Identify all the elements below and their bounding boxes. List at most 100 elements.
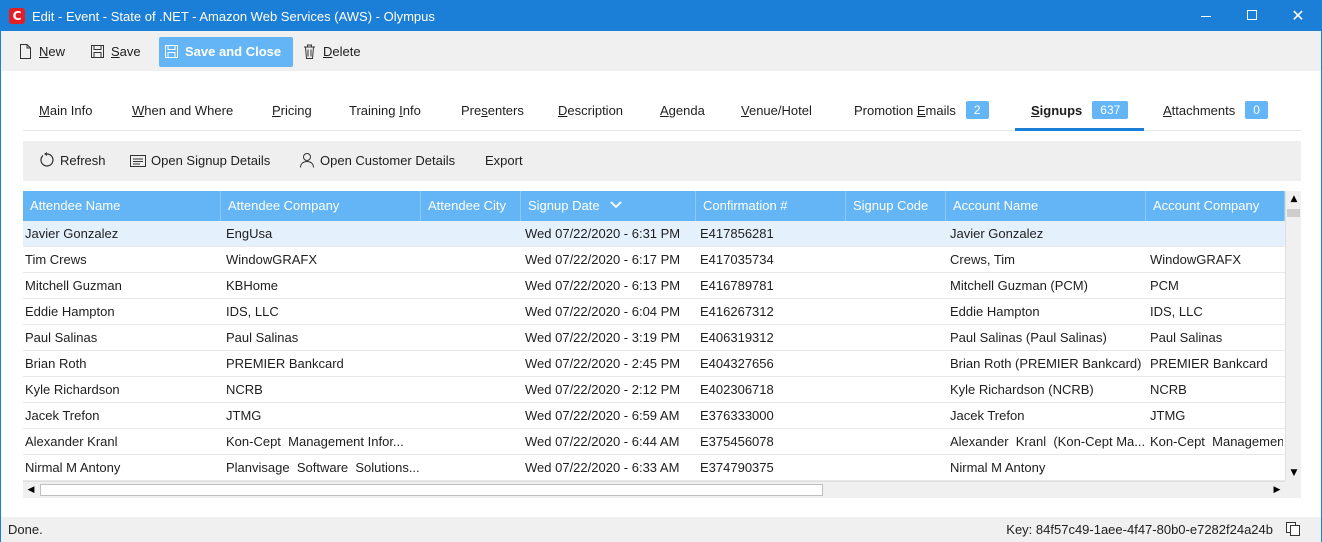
record-key: Key: 84f57c49-1aee-4f47-80b0-e7282f24a24… <box>1006 522 1273 537</box>
column-header[interactable]: Account Company <box>1146 191 1285 221</box>
refresh-label: Refresh <box>60 153 106 168</box>
table-cell <box>850 403 944 429</box>
table-row[interactable]: Mitchell Guzman KBHome Wed 07/22/2020 - 6:… <box>23 273 1285 299</box>
table-cell <box>426 247 520 273</box>
column-header-label: Account Name <box>953 198 1039 213</box>
save-button[interactable]: Save <box>85 37 147 67</box>
table-row[interactable]: Tim Crews WindowGRAFX Wed 07/22/2020 - 6:1… <box>23 247 1285 273</box>
table-cell: E417035734 <box>700 252 774 267</box>
scroll-up-icon[interactable]: ▲ <box>1286 191 1301 207</box>
title-bar[interactable]: C Edit - Event - State of .NET - Amazon … <box>1 1 1321 31</box>
tab-label: Venue/Hotel <box>741 103 812 118</box>
maximize-icon <box>1247 10 1257 20</box>
tab-label: Main Info <box>39 103 93 118</box>
content-panel: Main Info When and Where Pricing Trainin… <box>1 71 1321 517</box>
table-cell <box>1150 455 1283 481</box>
tab-attachments[interactable]: Attachments 0 <box>1163 95 1268 131</box>
column-header[interactable]: Confirmation # <box>696 191 846 221</box>
column-header[interactable]: Attendee Name <box>23 191 221 221</box>
status-bar: Done. Key: 84f57c49-1aee-4f47-80b0-e7282… <box>1 517 1321 542</box>
new-button-label: ew <box>48 44 66 59</box>
save-and-close-button[interactable]: Save and Close <box>159 37 294 67</box>
table-row[interactable]: Javier Gonzalez EngUsa Wed 07/22/2020 - 6:… <box>23 221 1285 247</box>
new-button[interactable]: New <box>13 37 71 67</box>
scroll-left-icon[interactable]: ◀ <box>23 482 39 498</box>
table-cell: PREMIER Bankcard <box>1150 356 1268 371</box>
save-disk-icon <box>165 45 178 58</box>
tab-pricing[interactable]: Pricing <box>272 95 312 131</box>
table-cell: Wed 07/22/2020 - 2:12 PM <box>525 382 681 397</box>
close-icon: ✕ <box>1291 6 1305 25</box>
table-cell: Mitchell Guzman <box>25 278 122 293</box>
table-cell: EngUsa <box>226 226 273 241</box>
horizontal-scroll-thumb[interactable] <box>40 484 823 496</box>
column-header[interactable]: Attendee Company <box>221 191 421 221</box>
table-cell <box>850 221 944 247</box>
tab-description[interactable]: Description <box>558 95 623 131</box>
refresh-button[interactable]: Refresh <box>39 141 106 181</box>
table-cell: Jacek Trefon <box>25 408 100 423</box>
table-cell: Nirmal M Antony <box>950 460 1046 475</box>
table-row[interactable]: Alexander Kranl Kon-Cept Management Infor… <box>23 429 1285 455</box>
table-cell: E406319312 <box>700 330 774 345</box>
main-toolbar: New Save Save and Close Delete <box>1 31 1321 71</box>
table-cell: E417856281 <box>700 226 774 241</box>
vertical-scrollbar[interactable]: ▲ ▼ <box>1285 191 1301 481</box>
table-cell: PREMIER Bankcard <box>226 356 344 371</box>
table-row[interactable]: Nirmal M Antony Planvisage Software Solut… <box>23 455 1285 481</box>
tab-when-and-where[interactable]: When and Where <box>132 95 233 131</box>
scroll-down-icon[interactable]: ▼ <box>1286 465 1301 481</box>
table-cell <box>426 455 520 481</box>
scroll-right-icon[interactable]: ▶ <box>1269 482 1285 498</box>
tab-main-info[interactable]: Main Info <box>39 95 93 131</box>
close-button[interactable]: ✕ <box>1275 1 1321 31</box>
column-header[interactable]: Account Name <box>946 191 1146 221</box>
table-row[interactable]: Paul Salinas Paul Salinas Wed 07/22/2020 -… <box>23 325 1285 351</box>
save-button-mnemonic: S <box>111 44 120 59</box>
table-cell: WindowGRAFX <box>226 252 318 267</box>
column-header[interactable]: Signup Date <box>521 191 696 221</box>
vertical-scroll-thumb[interactable] <box>1287 209 1300 217</box>
table-cell: Wed 07/22/2020 - 6:04 PM <box>525 304 681 319</box>
delete-button[interactable]: Delete <box>297 37 367 67</box>
application-window: C Edit - Event - State of .NET - Amazon … <box>0 0 1322 542</box>
tab-agenda[interactable]: Agenda <box>660 95 705 131</box>
column-header-label: Signup Date <box>528 198 600 213</box>
maximize-button[interactable] <box>1229 1 1275 31</box>
table-cell: E416789781 <box>700 278 774 293</box>
sort-descending-icon <box>609 191 622 221</box>
tab-venue-hotel[interactable]: Venue/Hotel <box>741 95 812 131</box>
open-customer-details-button[interactable]: Open Customer Details <box>299 141 455 181</box>
table-row[interactable]: Eddie Hampton IDS, LLC Wed 07/22/2020 - 6:… <box>23 299 1285 325</box>
table-cell: E374790375 <box>700 460 774 475</box>
open-signup-details-button[interactable]: Open Signup Details <box>130 141 270 181</box>
copy-icon[interactable] <box>1286 522 1300 536</box>
table-cell: Wed 07/22/2020 - 6:33 AM <box>525 460 680 475</box>
column-header[interactable]: Attendee City <box>421 191 521 221</box>
scrollbar-corner <box>1285 481 1301 498</box>
table-row[interactable]: Jacek Trefon JTMG Wed 07/22/2020 - 6:59 AM… <box>23 403 1285 429</box>
column-header[interactable]: Signup Code <box>846 191 946 221</box>
table-cell: JTMG <box>1150 408 1186 423</box>
table-cell <box>850 325 944 351</box>
table-cell: E402306718 <box>700 382 774 397</box>
table-row[interactable]: Brian Roth PREMIER Bankcard Wed 07/22/2020… <box>23 351 1285 377</box>
column-header-label: Attendee Company <box>228 198 340 213</box>
table-cell: Kyle Richardson (NCRB) <box>950 382 1094 397</box>
table-cell: Mitchell Guzman (PCM) <box>950 278 1088 293</box>
export-button[interactable]: Export <box>485 141 523 181</box>
new-button-mnemonic: N <box>39 44 49 59</box>
table-cell: NCRB <box>1150 382 1187 397</box>
table-cell <box>426 299 520 325</box>
tab-promotion-emails[interactable]: Promotion Emails 2 <box>854 95 989 131</box>
app-logo-icon: C <box>9 8 25 24</box>
column-header-label: Account Company <box>1153 198 1260 213</box>
minimize-button[interactable] <box>1183 1 1229 31</box>
table-row[interactable]: Kyle Richardson NCRB Wed 07/22/2020 - 2:12… <box>23 377 1285 403</box>
tab-signups[interactable]: Signups 637 <box>1015 95 1145 131</box>
tab-presenters[interactable]: Presenters <box>461 95 524 131</box>
horizontal-scrollbar[interactable]: ◀ ▶ <box>23 481 1285 498</box>
table-cell: IDS, LLC <box>226 304 279 319</box>
table-cell: Nirmal M Antony <box>25 460 121 475</box>
tab-training-info[interactable]: Training Info <box>349 95 421 131</box>
